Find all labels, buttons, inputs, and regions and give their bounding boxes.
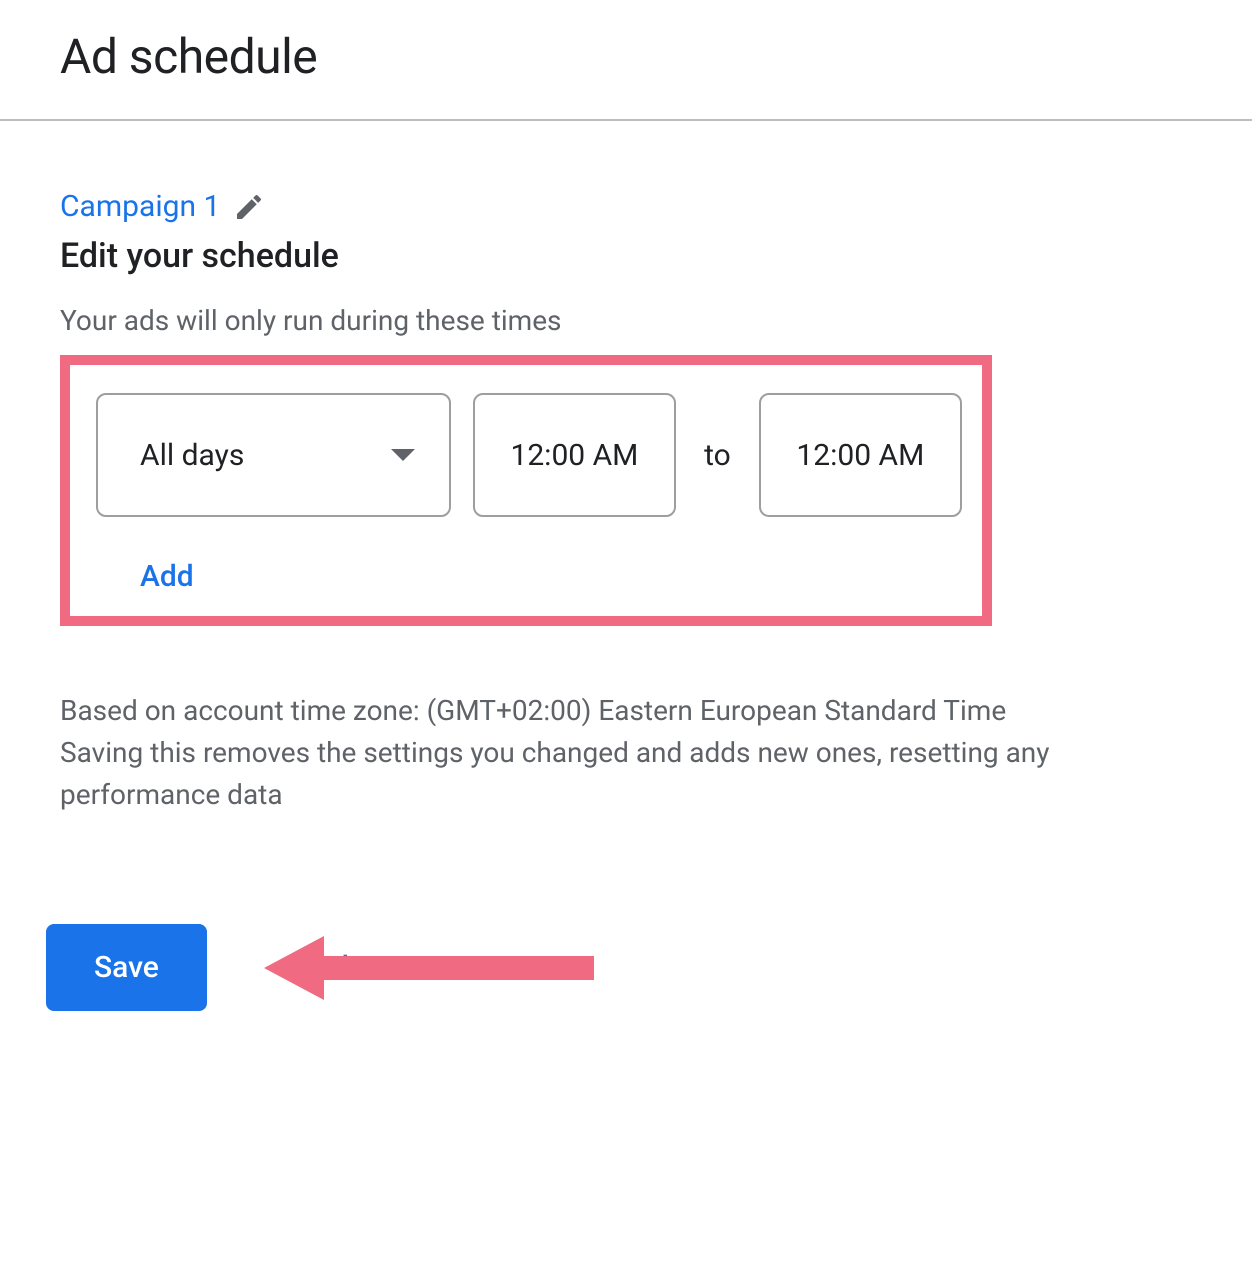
add-button[interactable]: Add (140, 559, 194, 594)
page-title: Ad schedule (60, 28, 1252, 85)
schedule-highlight-box: All days 12:00 AM to 12:00 AM Add (60, 355, 992, 626)
warning-info: Saving this removes the settings you cha… (60, 732, 1160, 816)
section-title: Edit your schedule (60, 236, 1192, 276)
end-time-input[interactable]: 12:00 AM (759, 393, 962, 517)
chevron-down-icon (391, 449, 415, 461)
pencil-icon[interactable] (232, 190, 266, 224)
end-time-value: 12:00 AM (796, 438, 924, 473)
to-label: to (698, 438, 737, 473)
campaign-name-link[interactable]: Campaign 1 (60, 189, 220, 224)
cancel-button[interactable]: ancel (277, 950, 349, 985)
page-header: Ad schedule (0, 0, 1252, 121)
button-row: Save ancel (46, 924, 1192, 1011)
schedule-row: All days 12:00 AM to 12:00 AM (96, 393, 962, 517)
start-time-value: 12:00 AM (510, 438, 638, 473)
start-time-input[interactable]: 12:00 AM (473, 393, 676, 517)
day-dropdown-label: All days (140, 438, 244, 473)
timezone-info: Based on account time zone: (GMT+02:00) … (60, 690, 1160, 732)
save-button[interactable]: Save (46, 924, 207, 1011)
day-dropdown[interactable]: All days (96, 393, 451, 517)
campaign-row: Campaign 1 (60, 189, 1192, 224)
section-description: Your ads will only run during these time… (60, 304, 1192, 337)
main-content: Campaign 1 Edit your schedule Your ads w… (0, 121, 1252, 1011)
